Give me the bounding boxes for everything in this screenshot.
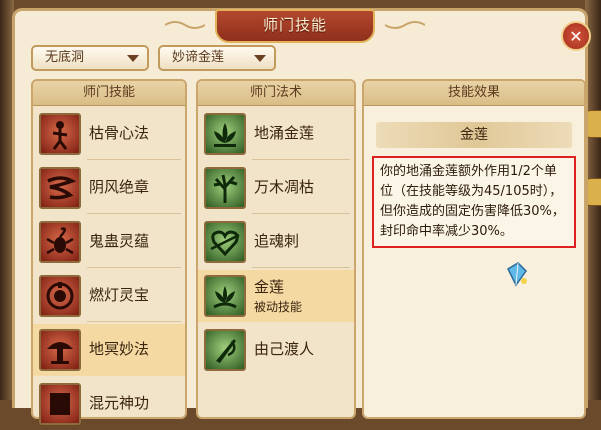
school-spell-label: 地涌金莲 xyxy=(254,124,315,142)
school-dropdown[interactable]: 无底洞 xyxy=(31,45,149,71)
school-spell-item[interactable]: 追魂刺 xyxy=(198,216,354,268)
skeleton-figure-icon xyxy=(39,113,81,155)
school-spell-item[interactable]: 地涌金莲 xyxy=(198,108,354,160)
school-spell-label: 金莲 xyxy=(254,278,285,296)
mushroom-cloud-icon xyxy=(39,329,81,371)
school-skill-label: 鬼蛊灵蕴 xyxy=(89,232,150,250)
school-spell-label: 追魂刺 xyxy=(254,232,300,250)
school-skill-label: 混元神功 xyxy=(89,394,150,412)
ornament-icon xyxy=(385,21,425,29)
withered-tree-icon xyxy=(204,167,246,209)
school-spell-item[interactable]: 万木凋枯 xyxy=(198,162,354,214)
school-spell-item-selected[interactable]: 金莲 被动技能 xyxy=(198,270,354,322)
side-edge-button[interactable] xyxy=(586,110,601,138)
side-edge-button[interactable] xyxy=(586,178,601,206)
school-skill-item[interactable]: 鬼蛊灵蕴 xyxy=(33,216,185,268)
lamp-coin-icon xyxy=(39,275,81,317)
school-skills-header: 师门技能 xyxy=(33,81,185,106)
school-skill-label: 燃灯灵宝 xyxy=(89,286,150,304)
skills-window: 师门技能 ✕ 无底洞 妙谛金莲 师门技能 枯骨心法 阴风绝章 鬼蛊灵蕴 燃灯灵宝… xyxy=(12,8,591,425)
heart-arrow-icon xyxy=(204,221,246,263)
scroll-icon xyxy=(39,383,81,425)
school-skill-item[interactable]: 混元神功 xyxy=(33,378,185,430)
skill-effect-header: 技能效果 xyxy=(364,81,584,106)
passive-skill-tag: 被动技能 xyxy=(254,300,303,314)
school-skill-label: 枯骨心法 xyxy=(89,124,150,142)
ornament-icon xyxy=(165,21,205,29)
school-spell-label: 由己渡人 xyxy=(254,340,315,358)
window-title: 师门技能 xyxy=(215,9,375,43)
scorpion-icon xyxy=(39,221,81,263)
school-skills-panel: 师门技能 枯骨心法 阴风绝章 鬼蛊灵蕴 燃灯灵宝 地冥妙法 混元神功 xyxy=(31,79,187,425)
school-skill-label: 阴风绝章 xyxy=(89,178,150,196)
skill-effect-panel: 技能效果 金莲 你的地涌金莲额外作用1/2个单位（在技能等级为45/105时），… xyxy=(362,79,586,419)
school-spell-item[interactable]: 由己渡人 xyxy=(198,324,354,376)
school-spell-label: 万木凋枯 xyxy=(254,178,315,196)
skill-effect-name: 金莲 xyxy=(376,122,572,148)
golden-lotus-icon xyxy=(204,275,246,317)
school-skill-item[interactable]: 燃灯灵宝 xyxy=(33,270,185,322)
chevron-down-icon xyxy=(254,55,266,62)
school-skill-item-selected[interactable]: 地冥妙法 xyxy=(33,324,185,376)
school-skill-item[interactable]: 枯骨心法 xyxy=(33,108,185,160)
school-skill-label: 地冥妙法 xyxy=(89,340,150,358)
close-icon: ✕ xyxy=(569,27,583,46)
chevron-down-icon xyxy=(127,55,139,62)
crystal-cursor-icon xyxy=(507,262,527,287)
school-spells-panel: 师门法术 地涌金莲 万木凋枯 追魂刺 金莲 被动技能 由己渡人 xyxy=(196,79,356,419)
wind-cloud-icon xyxy=(39,167,81,209)
fan-blade-icon xyxy=(204,329,246,371)
skill-dropdown[interactable]: 妙谛金莲 xyxy=(158,45,276,71)
close-button[interactable]: ✕ xyxy=(561,21,591,51)
skill-dropdown-value: 妙谛金莲 xyxy=(172,50,225,65)
lotus-icon xyxy=(204,113,246,155)
school-spells-header: 师门法术 xyxy=(198,81,354,106)
skill-effect-description: 你的地涌金莲额外作用1/2个单位（在技能等级为45/105时），但你造成的固定伤… xyxy=(372,156,576,248)
school-skill-item[interactable]: 阴风绝章 xyxy=(33,162,185,214)
school-dropdown-value: 无底洞 xyxy=(45,50,85,65)
